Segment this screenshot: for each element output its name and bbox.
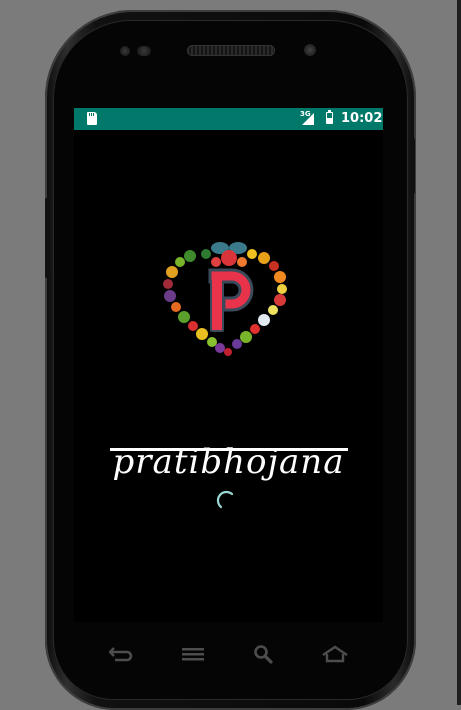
home-icon	[322, 645, 348, 663]
home-button[interactable]	[320, 640, 350, 668]
battery-icon	[326, 110, 333, 124]
status-bar: 3G 10:02	[74, 108, 383, 130]
back-icon	[109, 647, 133, 662]
app-name: pratibhojana	[74, 442, 383, 482]
light-sensor	[137, 46, 151, 56]
back-button[interactable]	[106, 640, 136, 668]
earpiece-speaker	[187, 45, 275, 56]
proximity-sensor	[120, 46, 130, 56]
device-screen: 3G 10:02 pratibhojana	[74, 108, 383, 622]
hardware-nav-bar	[74, 622, 383, 682]
power-button[interactable]	[410, 138, 415, 194]
front-camera	[304, 44, 316, 56]
p-letter-icon	[208, 268, 254, 332]
sd-card-icon	[87, 112, 97, 125]
volume-button[interactable]	[45, 198, 50, 278]
menu-icon	[182, 648, 204, 661]
app-logo	[163, 242, 287, 356]
search-icon	[254, 645, 273, 664]
search-button[interactable]	[249, 640, 279, 668]
status-time: 10:02	[341, 111, 383, 126]
top-fruits	[211, 242, 247, 267]
loading-spinner	[216, 490, 234, 509]
menu-button[interactable]	[178, 640, 208, 668]
window-edge	[457, 0, 461, 705]
signal-icon	[302, 113, 314, 125]
